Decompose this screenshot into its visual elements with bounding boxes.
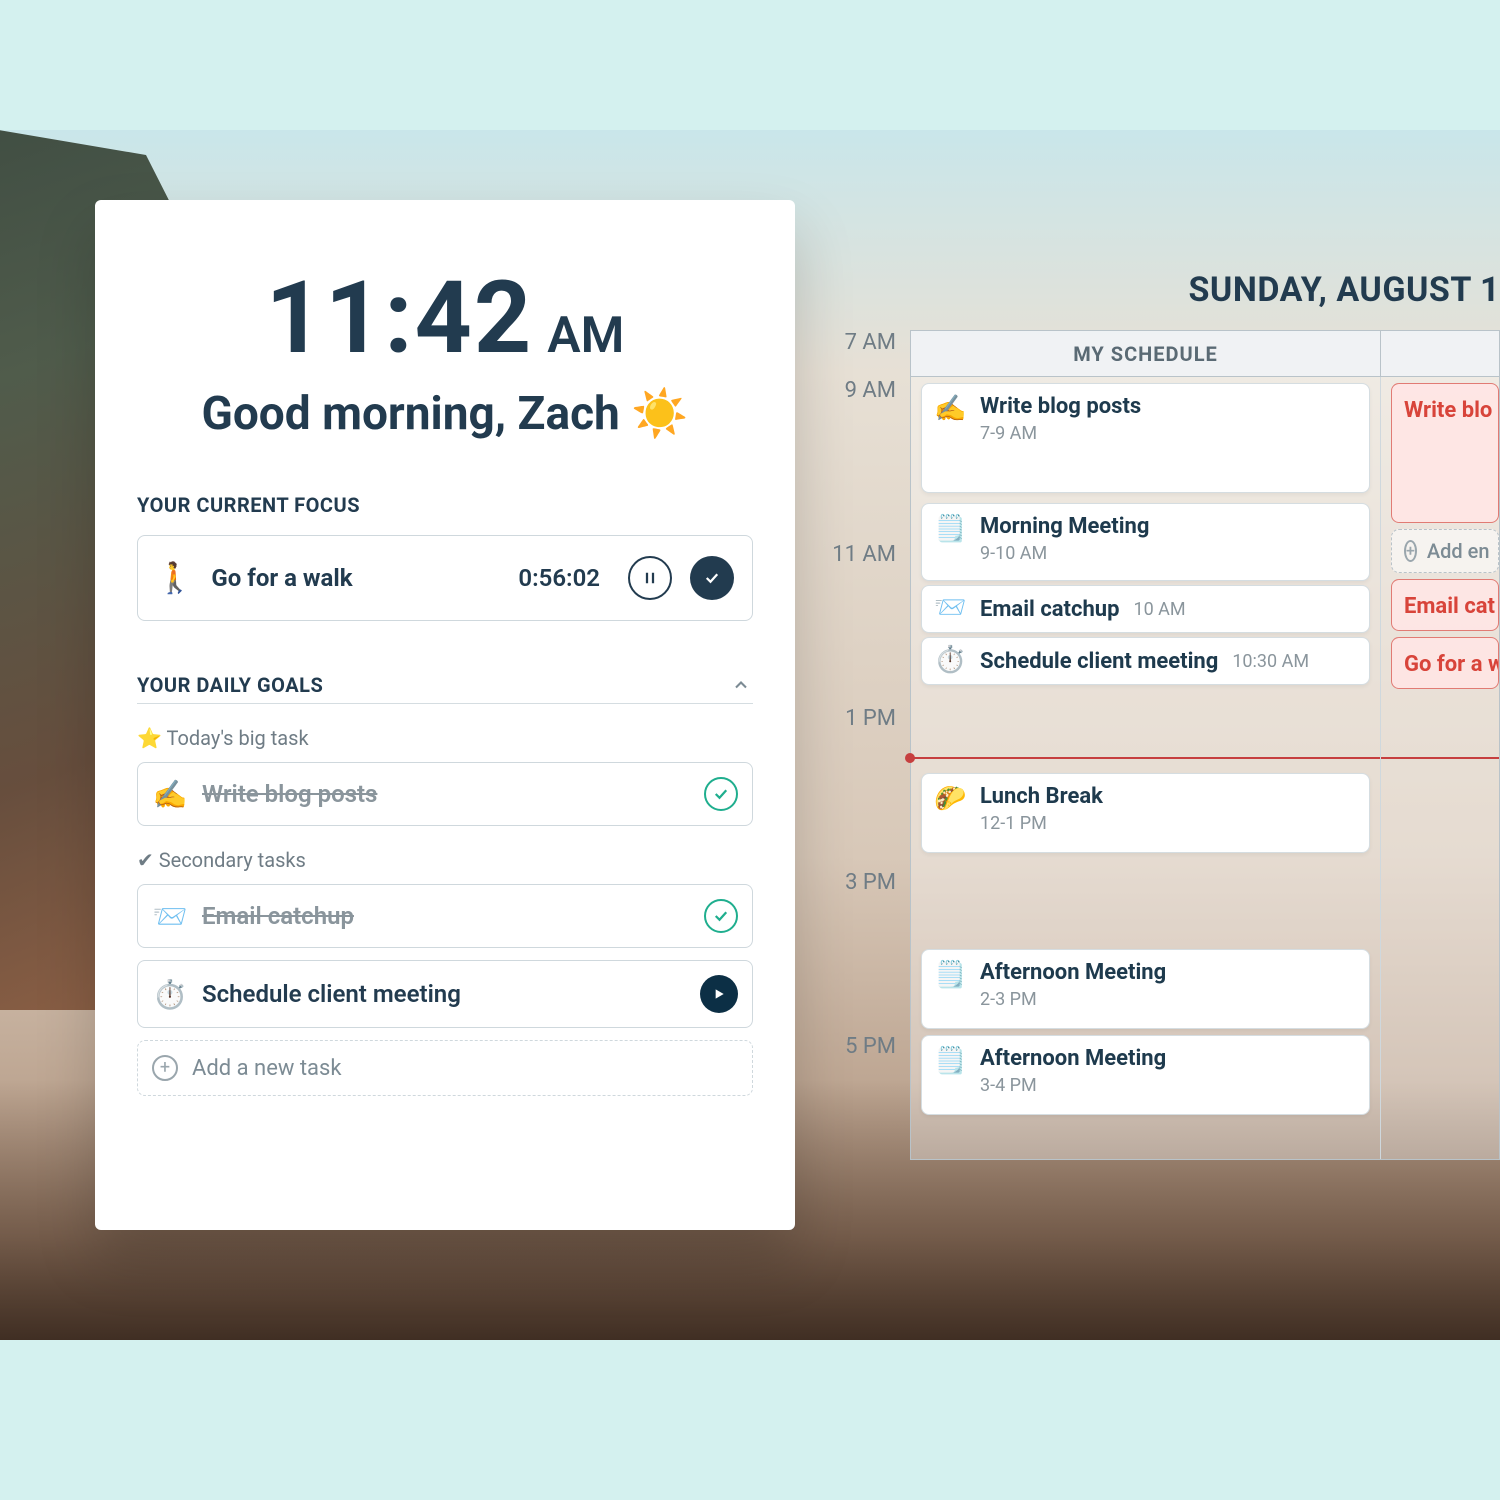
goal-sec1-check[interactable] xyxy=(704,899,738,933)
focus-title: Go for a walk xyxy=(211,564,352,592)
complete-button[interactable] xyxy=(690,556,734,600)
focus-timer: 0:56:02 xyxy=(518,564,600,592)
notepad-icon: 🗒️ xyxy=(934,514,966,545)
goal-sec2-label: Schedule client meeting xyxy=(202,980,461,1008)
event-title: Schedule client meeting xyxy=(980,649,1218,674)
hour-label: 7 AM xyxy=(820,330,896,378)
hour-label: 1 PM xyxy=(820,706,896,870)
date-heading: SUNDAY, AUGUST 1 xyxy=(1188,270,1500,310)
event-afternoon-2[interactable]: 🗒️ Afternoon Meeting 3-4 PM xyxy=(921,1035,1370,1115)
event-time: 3-4 PM xyxy=(980,1075,1166,1096)
event-title: Afternoon Meeting xyxy=(980,960,1166,985)
goal-sec1[interactable]: 📨 Email catchup xyxy=(137,884,753,948)
schedule-grid: MY SCHEDULE ✍️ Write blog posts 7-9 AM xyxy=(910,330,1500,1160)
notepad-icon: 🗒️ xyxy=(934,960,966,991)
event-afternoon-1[interactable]: 🗒️ Afternoon Meeting 2-3 PM xyxy=(921,949,1370,1029)
alt-event-walk[interactable]: Go for a w xyxy=(1391,637,1499,689)
event-lunch[interactable]: 🌮 Lunch Break 12-1 PM xyxy=(921,773,1370,853)
goal-sec1-label: Email catchup xyxy=(202,902,354,930)
event-morning-meeting[interactable]: 🗒️ Morning Meeting 9-10 AM xyxy=(921,503,1370,581)
event-title: Email catchup xyxy=(980,597,1119,622)
focus-heading: YOUR CURRENT FOCUS xyxy=(137,493,753,517)
plus-icon: + xyxy=(1404,540,1417,562)
col-head-other xyxy=(1381,331,1499,376)
secondary-subhead: ✔ Secondary tasks xyxy=(137,848,753,872)
clock: 11:42 AM xyxy=(137,260,753,377)
col-head-my-schedule: MY SCHEDULE xyxy=(911,331,1381,376)
event-write-blog[interactable]: ✍️ Write blog posts 7-9 AM xyxy=(921,383,1370,493)
focus-card: 11:42 AM Good morning, Zach ☀️ YOUR CURR… xyxy=(95,200,795,1230)
focus-box: 🚶 Go for a walk 0:56:02 xyxy=(137,535,753,621)
plus-icon: + xyxy=(152,1055,178,1081)
alt-add-label: Add en xyxy=(1427,539,1490,563)
stopwatch-icon: ⏱️ xyxy=(934,645,966,676)
event-time: 12-1 PM xyxy=(980,813,1103,834)
taco-icon: 🌮 xyxy=(934,784,966,815)
hour-gutter: 7 AM 9 AM 11 AM 1 PM 3 PM 5 PM xyxy=(820,330,910,1160)
event-title: Afternoon Meeting xyxy=(980,1046,1166,1071)
alt-add-entry[interactable]: + Add en xyxy=(1391,529,1499,573)
goal-big-check[interactable] xyxy=(704,777,738,811)
event-title: Write blog posts xyxy=(980,394,1141,419)
email-icon: 📨 xyxy=(152,900,188,933)
alt-event-email[interactable]: Email cat xyxy=(1391,579,1499,631)
email-icon: 📨 xyxy=(934,593,966,624)
event-time: 10 AM xyxy=(1133,599,1185,620)
hour-label: 5 PM xyxy=(820,1034,896,1154)
col-my-schedule: ✍️ Write blog posts 7-9 AM 🗒️ Morning Me… xyxy=(911,377,1381,1159)
clock-time: 11:42 xyxy=(266,260,534,377)
event-title: Lunch Break xyxy=(980,784,1103,809)
writing-icon: ✍️ xyxy=(934,394,966,425)
wallpaper-stage: 11:42 AM Good morning, Zach ☀️ YOUR CURR… xyxy=(0,130,1500,1340)
schedule-header: MY SCHEDULE xyxy=(911,331,1499,377)
col-other: Write blo + Add en Email cat Go for a w xyxy=(1381,377,1499,1159)
alt-event-write-blog[interactable]: Write blo xyxy=(1391,383,1499,523)
add-task-label: Add a new task xyxy=(192,1056,342,1081)
add-task-button[interactable]: + Add a new task xyxy=(137,1040,753,1096)
stopwatch-icon: ⏱️ xyxy=(152,978,188,1011)
event-time: 10:30 AM xyxy=(1232,651,1309,672)
goal-sec2-play[interactable] xyxy=(700,975,738,1013)
event-time: 9-10 AM xyxy=(980,543,1149,564)
big-task-subhead: ⭐ Today's big task xyxy=(137,726,753,750)
event-title: Morning Meeting xyxy=(980,514,1149,539)
writing-icon: ✍️ xyxy=(152,778,188,811)
collapse-goals-button[interactable] xyxy=(729,673,753,697)
goals-heading: YOUR DAILY GOALS xyxy=(137,673,323,697)
hour-label: 3 PM xyxy=(820,870,896,1034)
hour-label: 9 AM xyxy=(820,378,896,542)
pause-button[interactable] xyxy=(628,556,672,600)
hour-label: 11 AM xyxy=(820,542,896,706)
notepad-icon: 🗒️ xyxy=(934,1046,966,1077)
event-schedule-client[interactable]: ⏱️ Schedule client meeting 10:30 AM xyxy=(921,637,1370,685)
schedule: 7 AM 9 AM 11 AM 1 PM 3 PM 5 PM MY SCHEDU… xyxy=(820,330,1500,1160)
walk-icon: 🚶 xyxy=(156,561,193,596)
greeting-text: Good morning, Zach ☀️ xyxy=(137,387,753,441)
goal-big-label: Write blog posts xyxy=(202,780,377,808)
goal-sec2[interactable]: ⏱️ Schedule client meeting xyxy=(137,960,753,1028)
event-time: 7-9 AM xyxy=(980,423,1141,444)
event-time: 2-3 PM xyxy=(980,989,1166,1010)
event-email-catchup[interactable]: 📨 Email catchup 10 AM xyxy=(921,585,1370,633)
goal-big[interactable]: ✍️ Write blog posts xyxy=(137,762,753,826)
clock-ampm: AM xyxy=(547,307,624,365)
